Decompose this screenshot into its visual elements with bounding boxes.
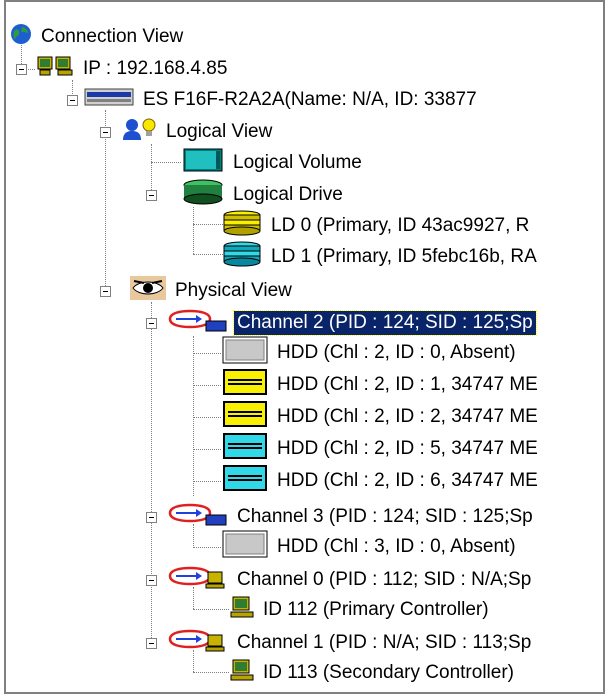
tree-node-label: Logical Volume <box>233 152 362 173</box>
globe-icon <box>10 23 32 51</box>
tree-view[interactable]: Connection View IP : 192.168.4.85 ES F16… <box>4 0 605 694</box>
collapse-toggle[interactable] <box>100 127 111 138</box>
tree-node-channel1[interactable]: Channel 1 (PID : N/A; SID : 113;Sp <box>166 628 534 658</box>
tree-line <box>193 417 221 418</box>
tree-line <box>151 162 181 163</box>
channel-icon <box>166 307 228 339</box>
hard-disk-icon <box>222 432 268 466</box>
tree-node-label: ID 113 (Secondary Controller) <box>263 662 514 683</box>
logical-drive-icon <box>182 179 224 211</box>
tree-node-ld0[interactable]: LD 0 (Primary, ID 43ac9927, R <box>222 210 532 242</box>
channel-icon <box>166 501 228 533</box>
tree-node-physical-view[interactable]: Physical View <box>130 276 295 306</box>
tree-line <box>193 609 229 610</box>
collapse-toggle[interactable] <box>146 638 157 649</box>
tree-node-label: HDD (Chl : 2, ID : 1, 34747 ME <box>277 374 538 395</box>
tree-line <box>193 353 221 354</box>
collapse-toggle[interactable] <box>16 64 27 75</box>
controller-computer-icon <box>230 658 254 688</box>
tree-node-logical-drive[interactable]: Logical Drive <box>182 179 346 211</box>
tree-line <box>193 547 221 548</box>
user-lightbulb-icon <box>121 117 157 147</box>
tree-node-logical-view[interactable]: Logical View <box>121 117 275 147</box>
tree-node-label: IP : 192.168.4.85 <box>83 58 228 79</box>
hard-disk-icon <box>222 368 268 402</box>
tree-node-label: HDD (Chl : 2, ID : 5, 34747 ME <box>277 438 538 459</box>
storage-enclosure-icon <box>84 86 134 114</box>
tree-node-label: HDD (Chl : 2, ID : 2, 34747 ME <box>277 406 538 427</box>
tree-line <box>193 672 229 673</box>
tree-node-hdd[interactable]: HDD (Chl : 2, ID : 5, 34747 ME <box>222 432 541 466</box>
tree-node-logical-volume[interactable]: Logical Volume <box>182 148 365 178</box>
eye-icon <box>130 276 166 306</box>
logical-volume-icon <box>182 147 224 179</box>
logical-drive-icon <box>222 210 262 242</box>
hard-disk-icon <box>222 530 268 564</box>
tree-node-label: Channel 1 (PID : N/A; SID : 113;Sp <box>237 632 532 653</box>
channel-icon <box>166 627 228 659</box>
tree-node-ld1[interactable]: LD 1 (Primary, ID 5febc16b, RA <box>222 241 540 273</box>
tree-node-label: Channel 3 (PID : 124; SID : 125;Sp <box>237 506 533 527</box>
tree-node-label: Connection View <box>41 26 184 47</box>
collapse-toggle[interactable] <box>146 318 157 329</box>
tree-node-label: Physical View <box>175 280 292 301</box>
tree-line <box>193 207 194 254</box>
tree-node-hdd[interactable]: HDD (Chl : 2, ID : 6, 34747 ME <box>222 464 541 498</box>
channel-icon <box>166 564 228 596</box>
tree-node-label: Logical Drive <box>233 184 343 205</box>
tree-line <box>151 144 152 196</box>
tree-node-channel2[interactable]: Channel 2 (PID : 124; SID : 125;Sp <box>166 307 537 339</box>
tree-line <box>151 302 152 642</box>
tree-node-controller[interactable]: ID 112 (Primary Controller) <box>230 595 492 625</box>
controller-computer-icon <box>230 595 254 625</box>
tree-node-hdd[interactable]: HDD (Chl : 2, ID : 2, 34747 ME <box>222 400 541 434</box>
tree-node-root[interactable]: Connection View <box>10 22 186 52</box>
tree-node-channel0[interactable]: Channel 0 (PID : 112; SID : N/A;Sp <box>166 565 534 595</box>
tree-node-hdd[interactable]: HDD (Chl : 2, ID : 0, Absent) <box>222 336 519 370</box>
tree-node-label: ES F16F-R2A2A(Name: N/A, ID: 33877 <box>143 89 477 110</box>
tree-line <box>193 481 221 482</box>
tree-node-label: HDD (Chl : 2, ID : 0, Absent) <box>277 342 516 363</box>
tree-node-label: LD 0 (Primary, ID 43ac9927, R <box>271 215 530 236</box>
hard-disk-icon <box>222 400 268 434</box>
tree-node-ip[interactable]: IP : 192.168.4.85 <box>36 54 230 84</box>
hard-disk-icon <box>222 464 268 498</box>
tree-node-label: ID 112 (Primary Controller) <box>263 599 489 620</box>
tree-node-hdd[interactable]: HDD (Chl : 3, ID : 0, Absent) <box>222 530 519 564</box>
logical-drive-icon <box>222 241 262 273</box>
tree-node-label: Logical View <box>166 121 273 142</box>
tree-node-label: Channel 2 (PID : 124; SID : 125;Sp <box>233 310 537 336</box>
tree-node-hdd[interactable]: HDD (Chl : 2, ID : 1, 34747 ME <box>222 368 541 402</box>
collapse-toggle[interactable] <box>67 95 78 106</box>
tree-node-enclosure[interactable]: ES F16F-R2A2A(Name: N/A, ID: 33877 <box>84 85 480 115</box>
tree-node-label: HDD (Chl : 2, ID : 6, 34747 ME <box>277 470 538 491</box>
tree-line <box>193 336 194 496</box>
tree-node-label: HDD (Chl : 3, ID : 0, Absent) <box>277 536 516 557</box>
tree-node-controller[interactable]: ID 113 (Secondary Controller) <box>230 658 517 688</box>
collapse-toggle[interactable] <box>146 190 157 201</box>
collapse-toggle[interactable] <box>100 286 111 297</box>
tree-node-label: LD 1 (Primary, ID 5febc16b, RA <box>271 246 537 267</box>
tree-node-channel3[interactable]: Channel 3 (PID : 124; SID : 125;Sp <box>166 502 536 532</box>
collapse-toggle[interactable] <box>146 512 157 523</box>
tree-line <box>193 449 221 450</box>
network-computers-icon <box>36 55 74 83</box>
tree-node-label: Channel 0 (PID : 112; SID : N/A;Sp <box>237 569 532 590</box>
tree-line <box>193 385 221 386</box>
collapse-toggle[interactable] <box>146 575 157 586</box>
hard-disk-icon <box>222 336 268 370</box>
